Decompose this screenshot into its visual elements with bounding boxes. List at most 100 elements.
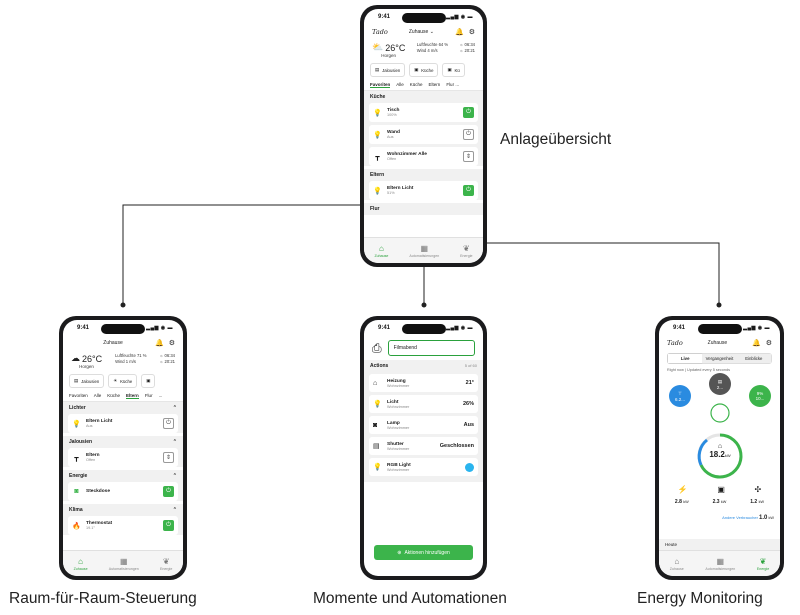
nav-zuhause[interactable]: ⌂ Zuhause: [74, 557, 88, 571]
nav-automatisierungen[interactable]: ▦ Automatisierungen: [705, 557, 735, 571]
signal-icon: ▂▄▆ ◉ ▬: [446, 14, 473, 20]
section-energie: Energie ⌃: [63, 470, 183, 482]
nav-energie[interactable]: ❦ Energie: [757, 557, 769, 571]
nav-zuhause[interactable]: ⌂ Zuhause: [670, 557, 684, 571]
action-row[interactable]: ⌂ Heizung Wohnzimmer 21°: [369, 374, 478, 392]
section-jalousien: Jalousien ⌃: [63, 436, 183, 448]
device-card[interactable]: 💡 Tisch 100% ⏻: [369, 103, 478, 122]
add-actions-button[interactable]: ⊕ Aktionen hinzufügen: [374, 545, 473, 560]
nav-zuhause[interactable]: ⌂ Zuhause: [374, 244, 388, 258]
device-card[interactable]: ┳ Eltern Offen ⇕: [68, 448, 178, 467]
chevron-up-icon[interactable]: ⌃: [173, 473, 177, 479]
device-card[interactable]: ┳ Wohnzimmer Alle Offen ⇕: [369, 147, 478, 166]
action-row[interactable]: ▤ Shutter Wohnzimmer Geschlossen: [369, 437, 478, 455]
dynamic-island: [401, 13, 446, 23]
shortcut-kueche[interactable]: ☀ Küche: [108, 374, 138, 388]
consumer-values: 2.8 kW 2.3 kW 1.2 kW: [663, 499, 776, 505]
tab-kueche[interactable]: Küche: [107, 393, 120, 399]
shortcut-kueche[interactable]: ▣ Küche: [409, 63, 439, 77]
scene-name-input[interactable]: Filmabend: [387, 340, 475, 356]
blinds-control-button[interactable]: ⇕: [463, 151, 474, 162]
other-consumers[interactable]: Andere Verbraucher 1.0 kW: [722, 515, 774, 521]
shortcut-more[interactable]: ▣: [141, 374, 156, 388]
phone-energy: 9:41 ▂▄▆ ◉ ▬ Tado Zuhause 🔔 ⚙ Live Verga…: [655, 316, 784, 580]
blinds-control-button[interactable]: ⇕: [163, 452, 174, 463]
plus-circle-icon: ⊕: [397, 549, 402, 556]
tab-alle[interactable]: Alle: [94, 393, 102, 399]
device-card[interactable]: 🔥 Thermostat 19.1° ⏻: [68, 516, 178, 535]
tab-eltern[interactable]: Eltern: [429, 82, 441, 88]
power-on-button[interactable]: ⏻: [463, 185, 474, 196]
energy-segmented-control: Live Vergangenheit Einblicke: [667, 353, 772, 364]
solar-bubble[interactable]: ⊤ 6.2...: [669, 385, 691, 407]
power-on-button[interactable]: ⏻: [163, 486, 174, 497]
device-card[interactable]: 💡 Eltern Licht Aus ⏻: [68, 414, 178, 433]
bell-alert-icon[interactable]: 🔔: [455, 28, 464, 36]
shortcut-label: Jalousien: [81, 378, 100, 384]
tab-favoriten[interactable]: Favoriten: [370, 82, 391, 88]
tab-favoriten[interactable]: Favoriten: [69, 393, 88, 399]
color-swatch[interactable]: [465, 462, 474, 472]
blinds-icon: ┳: [74, 454, 79, 462]
tab-more[interactable]: ...: [159, 393, 163, 399]
power-on-button[interactable]: ⏻: [463, 107, 474, 118]
tab-kueche[interactable]: Küche: [410, 82, 423, 88]
section-eltern: Eltern: [364, 169, 483, 181]
bulb-off-icon: 💡: [373, 131, 382, 139]
nav-automatisierungen[interactable]: ▦ Automatisierungen: [109, 557, 139, 571]
seg-live[interactable]: Live: [668, 354, 703, 363]
location: Horgen: [79, 364, 94, 369]
nav-energie[interactable]: ❦ Energie: [160, 557, 172, 571]
energy-flow: ⊤ 6.2... ▤ 2... 9% 10... ⌂ 18.2kW ⚡ ▣ ✣ 2.8…: [659, 373, 780, 553]
consumer-value: 2.8: [674, 499, 682, 505]
home-selector[interactable]: Zuhause: [708, 340, 727, 346]
sunrise-icon: ☼: [159, 353, 164, 358]
caption-automations: Momente und Automationen: [313, 590, 507, 607]
shortcut-jalousien[interactable]: ▤ Jalousien: [69, 374, 105, 388]
action-row[interactable]: 💡 Licht Wohnzimmer 26%: [369, 395, 478, 413]
nav-label: Energie: [756, 566, 770, 571]
scene-edit-icon[interactable]: ⎙: [372, 341, 382, 356]
home-selector[interactable]: Zuhause ⌄: [409, 29, 434, 35]
section-klima: Klima ⌃: [63, 504, 183, 516]
bell-icon[interactable]: 🔔: [752, 339, 761, 347]
gear-icon[interactable]: ⚙: [169, 339, 175, 347]
shortcut-kueche-2[interactable]: ▣ Kü: [442, 63, 465, 77]
gear-icon[interactable]: ⚙: [469, 28, 475, 36]
shortcut-jalousien[interactable]: ▤ Jalousien: [370, 63, 406, 77]
other-value: 1.0: [759, 515, 768, 521]
battery-bubble[interactable]: 9% 10...: [749, 385, 771, 407]
dynamic-island: [697, 324, 742, 334]
device-card[interactable]: 💡 Wand Aus ⏻: [369, 125, 478, 144]
power-off-button[interactable]: ⏻: [463, 129, 474, 140]
sunset-icon: ☼: [159, 359, 164, 364]
cloud-icon: ☁: [71, 353, 80, 363]
shortcut-row: ▤ Jalousien ▣ Küche ▣ Kü: [364, 61, 483, 79]
action-row[interactable]: 💡 RGB Light Wohnzimmer: [369, 458, 478, 476]
seg-einblicke[interactable]: Einblicke: [736, 354, 771, 363]
chevron-up-icon[interactable]: ⌃: [173, 507, 177, 513]
tab-flur[interactable]: Flur: [145, 393, 153, 399]
consumer-value: 1.2: [750, 499, 758, 505]
unit-label: kW: [768, 516, 774, 520]
grid-icon: ▦: [716, 556, 725, 566]
chevron-up-icon[interactable]: ⌃: [173, 405, 177, 411]
action-row[interactable]: ◙ Lamp Wohnzimmer Aus: [369, 416, 478, 434]
tab-eltern[interactable]: Eltern: [126, 393, 139, 399]
chevron-up-icon[interactable]: ⌃: [173, 439, 177, 445]
home-selector[interactable]: Zuhause: [103, 340, 122, 346]
house-value: 18.2: [709, 450, 725, 459]
gear-icon[interactable]: ⚙: [766, 339, 772, 347]
power-off-button[interactable]: ⏻: [163, 418, 174, 429]
power-on-button[interactable]: ⏻: [163, 520, 174, 531]
nav-automatisierungen[interactable]: ▦ Automatisierungen: [409, 244, 439, 258]
tab-flur[interactable]: Flur ...: [446, 82, 459, 88]
device-card[interactable]: ◙ Steckdose ⏻: [68, 482, 178, 501]
nav-energie[interactable]: ❦ Energie: [460, 244, 472, 258]
device-card[interactable]: 💡 Eltern Licht 51% ⏻: [369, 181, 478, 200]
unit-label: kW: [683, 500, 689, 504]
tab-alle[interactable]: Alle: [396, 82, 404, 88]
bell-icon[interactable]: 🔔: [155, 339, 164, 347]
seg-vergangenheit[interactable]: Vergangenheit: [702, 354, 737, 363]
grid-bubble[interactable]: ▤ 2...: [709, 373, 731, 395]
